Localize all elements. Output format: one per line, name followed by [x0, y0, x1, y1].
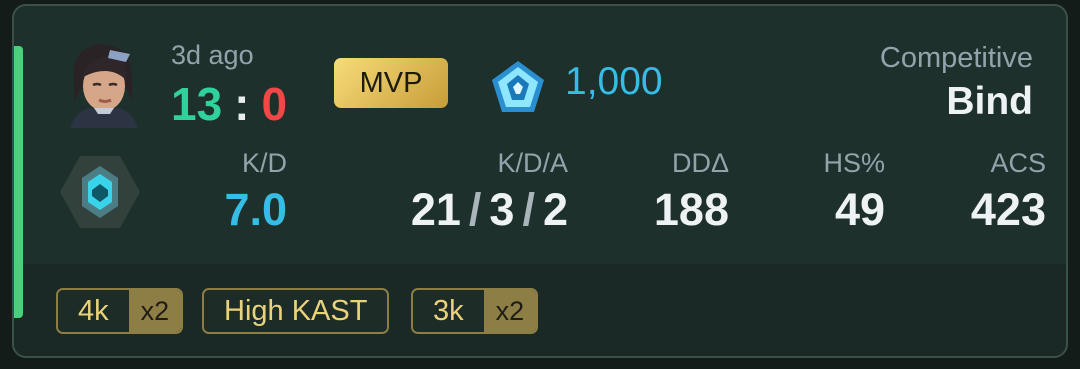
badge-label: 3k — [413, 290, 484, 332]
rr-crystal-icon — [492, 61, 544, 112]
rr-value: 1,000 — [565, 60, 663, 103]
kda-label: K/D/A — [497, 148, 568, 178]
badge-high-kast: High KAST — [202, 288, 390, 334]
team-score: 13 — [171, 78, 223, 130]
win-indicator-bar — [14, 46, 23, 318]
hs-label: HS% — [823, 148, 885, 178]
match-card[interactable]: 3d ago 13:0 MVP 1,000 Competitive Bind K… — [12, 4, 1068, 358]
game-mode: Competitive — [879, 42, 1033, 74]
agent-portrait-icon — [70, 44, 138, 128]
dd-label: DDΔ — [671, 148, 729, 178]
map-name: Bind — [946, 80, 1033, 123]
badge-multiplier: x2 — [483, 290, 537, 332]
kd-label: K/D — [241, 148, 287, 178]
acs-label: ACS — [990, 148, 1046, 178]
match-score: 13:0 — [171, 78, 287, 130]
assists-value: 2 — [542, 184, 568, 235]
score-separator: : — [234, 78, 250, 130]
hs-value: 49 — [834, 184, 885, 235]
deaths-value: 3 — [489, 184, 515, 235]
acs-value: 423 — [970, 184, 1046, 235]
badge-label: High KAST — [204, 290, 388, 332]
badge-4k: 4k x2 — [56, 288, 184, 334]
badge-multiplier: x2 — [128, 290, 182, 332]
dd-value: 188 — [653, 184, 729, 235]
enemy-score: 0 — [261, 78, 288, 130]
kd-value: 7.0 — [224, 184, 287, 235]
kills-value: 21 — [410, 184, 461, 235]
kda-separator: / — [522, 184, 535, 235]
mvp-badge: MVP — [334, 58, 448, 108]
rank-emblem-icon — [60, 156, 140, 228]
badge-3k: 3k x2 — [411, 288, 539, 334]
kda-value: 21/3/2 — [411, 184, 568, 236]
badge-label: 4k — [58, 290, 129, 332]
kda-separator: / — [468, 184, 482, 235]
match-time-ago: 3d ago — [171, 40, 254, 70]
